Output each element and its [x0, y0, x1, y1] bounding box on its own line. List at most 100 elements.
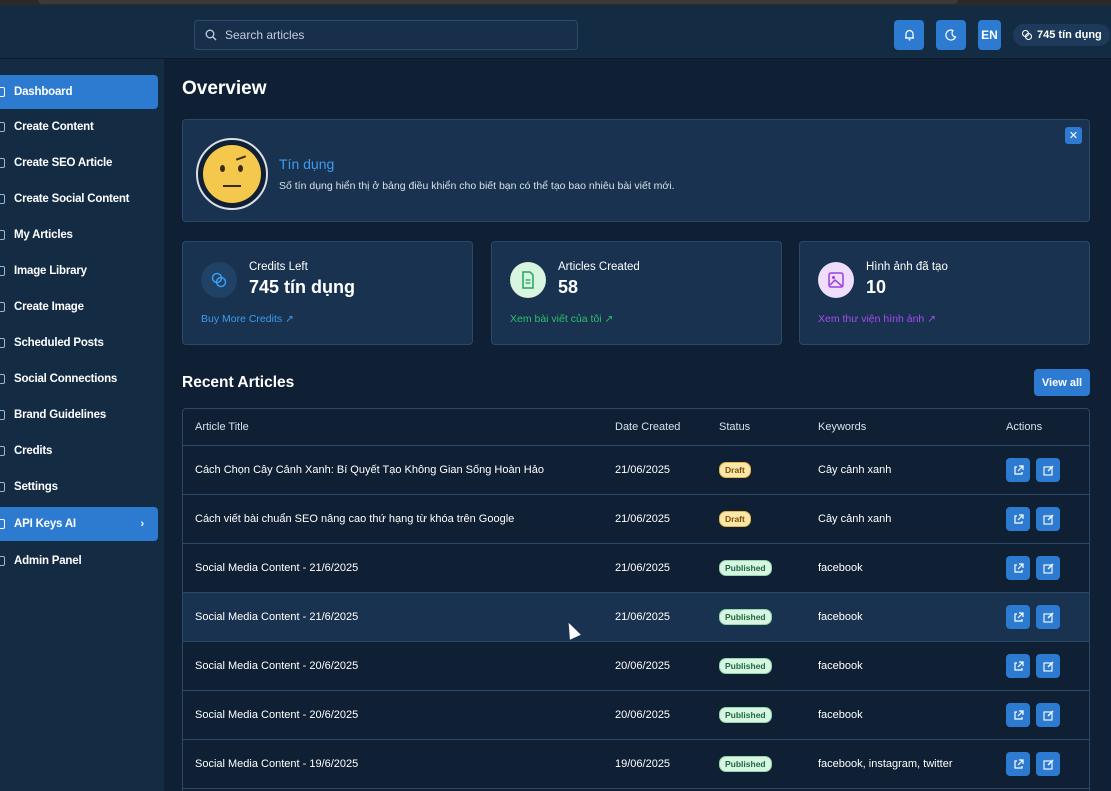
sidebar-item-settings[interactable]: Settings [0, 470, 158, 504]
table-row[interactable]: Social Media Content - 19/6/2025 19/06/2… [183, 740, 1089, 789]
stat-value: 58 [558, 277, 579, 297]
table-row[interactable]: Social Media Content - 20/6/2025 20/06/2… [183, 642, 1089, 691]
edit-article-button[interactable] [1036, 703, 1060, 727]
sidebar-item-label: Dashboard [14, 86, 73, 98]
status-badge: Published [719, 756, 772, 772]
document-icon [510, 262, 546, 298]
open-article-button[interactable] [1006, 556, 1030, 580]
search-input[interactable] [225, 28, 565, 42]
stat-card-images: Hình ảnh đã tạo 10 Xem thư viện hình ảnh… [799, 241, 1090, 345]
open-article-button[interactable] [1006, 703, 1030, 727]
article-title: Social Media Content - 21/6/2025 [195, 611, 359, 623]
table-row[interactable]: Social Media Content - 20/6/2025 20/06/2… [183, 691, 1089, 740]
article-title: Social Media Content - 20/6/2025 [195, 660, 359, 672]
theme-toggle-button[interactable] [936, 20, 966, 50]
close-icon: ✕ [1068, 130, 1079, 142]
article-title: Cách Chọn Cây Cảnh Xanh: Bí Quyết Tạo Kh… [195, 464, 544, 476]
sidebar-item-create-content[interactable]: Create Content [0, 110, 158, 144]
stat-card-credits: Credits Left 745 tín dụng Buy More Credi… [182, 241, 473, 345]
table-row[interactable]: Social Media Content - 21/6/2025 21/06/2… [183, 544, 1089, 593]
edit-article-button[interactable] [1036, 654, 1060, 678]
date-cell: 20/06/2025 [615, 709, 671, 721]
link-icon [0, 374, 5, 384]
column-header: Keywords [818, 421, 867, 433]
sidebar-item-brand-guidelines[interactable]: Brand Guidelines [0, 398, 158, 432]
edit-icon [1042, 661, 1053, 672]
seo-icon [0, 158, 5, 168]
edit-icon [1042, 563, 1053, 574]
date-cell: 20/06/2025 [615, 660, 671, 672]
coins-icon [0, 446, 5, 456]
sidebar-item-image-library[interactable]: Image Library [0, 254, 158, 288]
sidebar-item-my-articles[interactable]: My Articles [0, 218, 158, 252]
date-cell: 21/06/2025 [615, 562, 671, 574]
open-article-button[interactable] [1006, 507, 1030, 531]
edit-article-button[interactable] [1036, 556, 1060, 580]
sidebar-item-dashboard[interactable]: Dashboard [0, 75, 158, 109]
sidebar-item-label: My Articles [14, 229, 73, 241]
sidebar-item-admin-panel[interactable]: Admin Panel [0, 544, 158, 578]
page-title: Overview [182, 78, 267, 99]
external-link-icon [1013, 758, 1024, 769]
buy-more-credits-link[interactable]: Buy More Credits ↗ [201, 313, 294, 325]
notifications-button[interactable] [894, 20, 924, 50]
gear-icon [0, 482, 5, 492]
edit-icon [1042, 612, 1053, 623]
banner-text: Số tín dụng hiển thị ở bảng điều khiển c… [279, 180, 675, 192]
share-icon [0, 194, 5, 204]
table-row[interactable]: Social Media Content - 21/6/2025 21/06/2… [183, 593, 1089, 642]
open-article-button[interactable] [1006, 654, 1030, 678]
edit-article-button[interactable] [1036, 507, 1060, 531]
view-all-button[interactable]: View all [1034, 369, 1090, 396]
open-article-button[interactable] [1006, 752, 1030, 776]
search-box[interactable] [194, 20, 578, 50]
date-cell: 21/06/2025 [615, 513, 671, 525]
key-icon [0, 519, 5, 529]
sidebar-item-social-connections[interactable]: Social Connections [0, 362, 158, 396]
date-cell: 21/06/2025 [615, 611, 671, 623]
edit-article-button[interactable] [1036, 458, 1060, 482]
sidebar-item-label: Admin Panel [14, 555, 82, 567]
shield-icon [0, 556, 5, 566]
banner-title: Tín dụng [279, 156, 335, 172]
status-badge: Published [719, 609, 772, 625]
external-link-icon [1013, 464, 1024, 475]
sidebar-item-create-seo-article[interactable]: Create SEO Article [0, 146, 158, 180]
keywords-cell: facebook [818, 709, 863, 721]
sidebar-item-credits[interactable]: Credits [0, 434, 158, 468]
sidebar: Dashboard Create Content Create SEO Arti… [0, 59, 164, 791]
view-image-library-link[interactable]: Xem thư viện hình ảnh ↗ [818, 313, 936, 325]
language-button[interactable]: EN [978, 20, 1001, 50]
column-header: Date Created [615, 421, 681, 433]
view-my-articles-link[interactable]: Xem bài viết của tôi ↗ [510, 313, 613, 325]
close-banner-button[interactable]: ✕ [1065, 127, 1082, 144]
articles-table: Article Title Date Created Status Keywor… [182, 408, 1090, 791]
sidebar-item-api-keys-ai[interactable]: API Keys AI › [0, 507, 158, 541]
open-article-button[interactable] [1006, 458, 1030, 482]
open-article-button[interactable] [1006, 605, 1030, 629]
sidebar-item-create-social-content[interactable]: Create Social Content [0, 182, 158, 216]
table-row[interactable]: Cách viết bài chuẩn SEO nâng cao thứ hạn… [183, 495, 1089, 544]
image-plus-icon [0, 302, 5, 312]
sidebar-item-scheduled-posts[interactable]: Scheduled Posts [0, 326, 158, 360]
keywords-cell: Cây cảnh xanh [818, 513, 892, 525]
stat-value: 10 [866, 277, 887, 297]
sidebar-item-label: Create SEO Article [14, 157, 113, 169]
sidebar-item-label: Create Social Content [14, 193, 130, 205]
edit-icon [1042, 465, 1053, 476]
sidebar-item-create-image[interactable]: Create Image [0, 290, 158, 324]
calendar-icon [0, 338, 5, 348]
dashboard-icon [0, 87, 5, 97]
stat-label: Credits Left [249, 261, 308, 273]
stat-value: 745 tín dụng [249, 277, 356, 297]
credits-pill[interactable]: 745 tín dụng [1013, 24, 1110, 46]
edit-article-button[interactable] [1036, 605, 1060, 629]
address-bar[interactable] [38, 0, 958, 4]
external-link-icon [1013, 709, 1024, 720]
date-cell: 19/06/2025 [615, 758, 671, 770]
keywords-cell: facebook [818, 611, 863, 623]
table-row[interactable]: Cách Chọn Cây Cảnh Xanh: Bí Quyết Tạo Kh… [183, 446, 1089, 495]
edit-article-button[interactable] [1036, 752, 1060, 776]
coins-icon [201, 262, 237, 298]
document-icon [0, 230, 5, 240]
